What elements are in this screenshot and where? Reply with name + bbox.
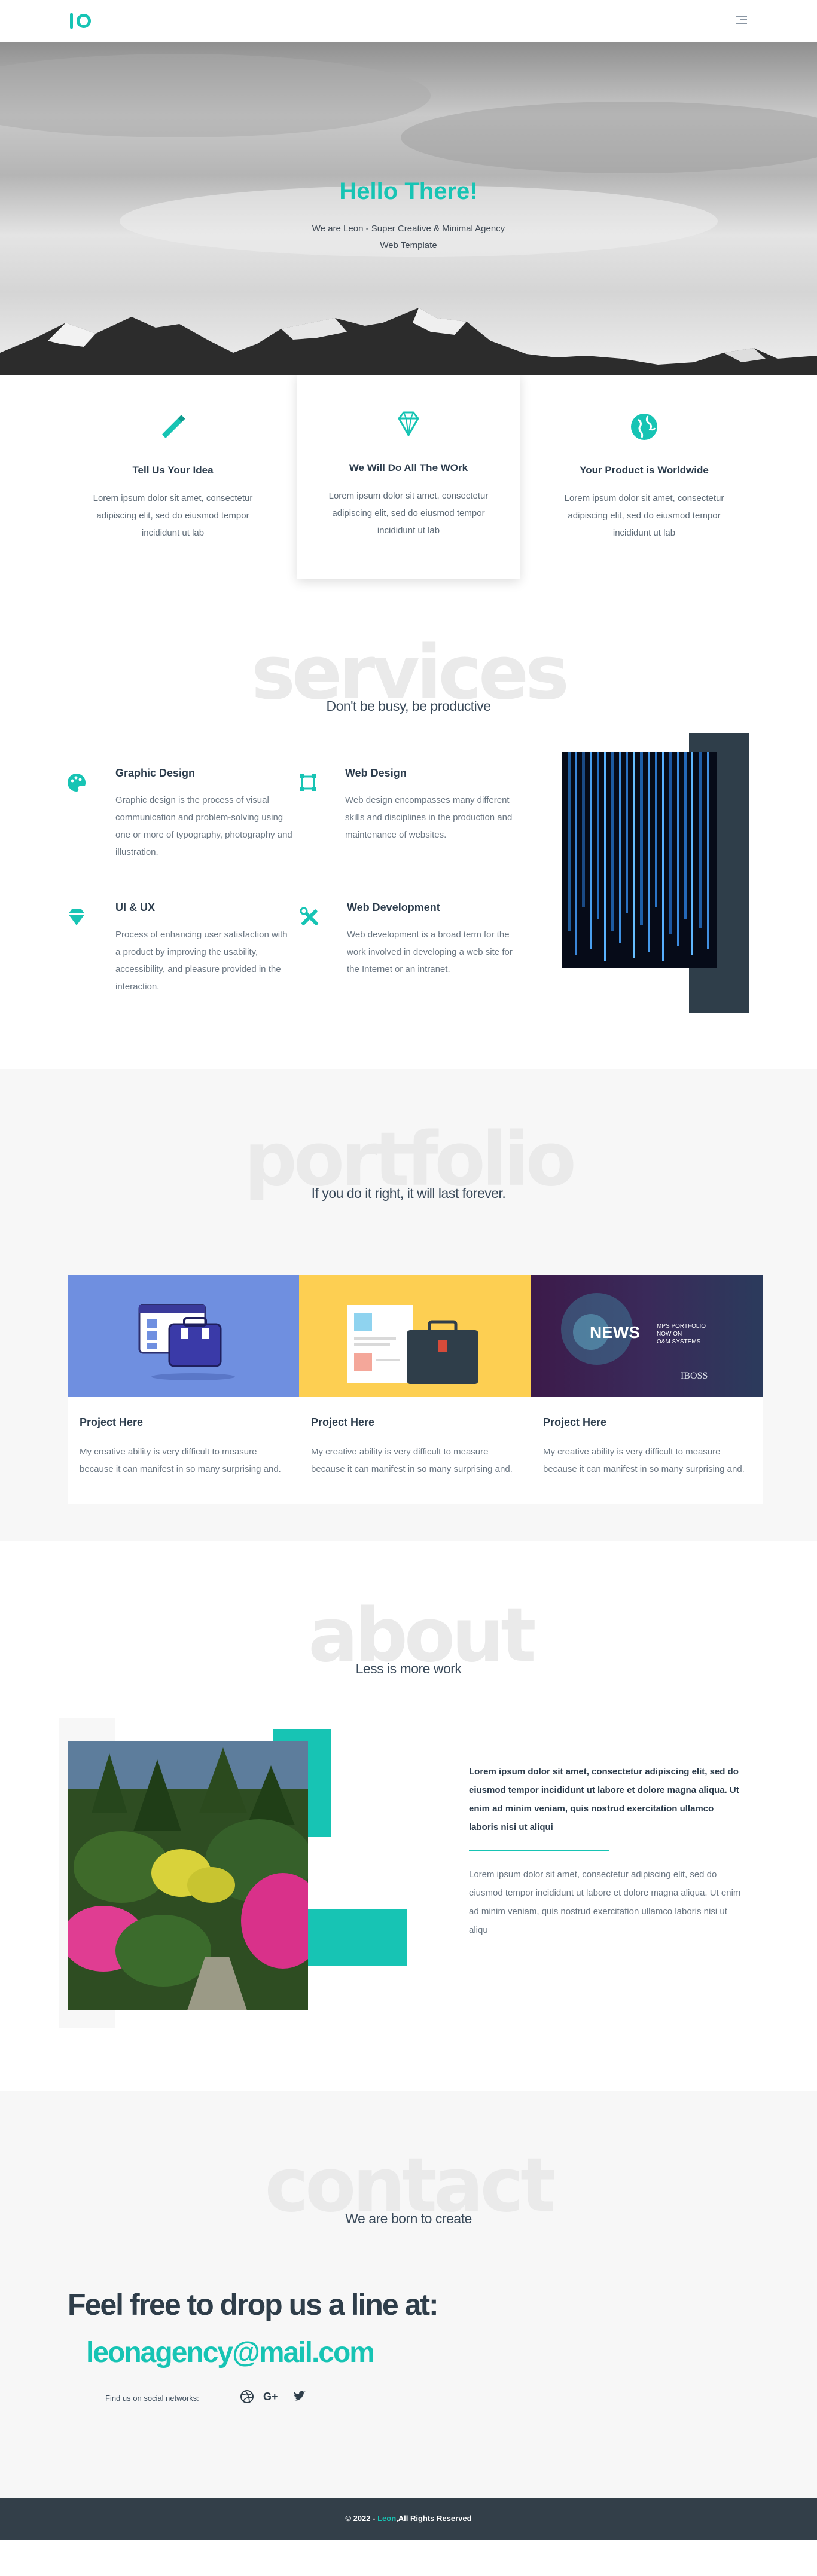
briefcase-illustration	[138, 1304, 235, 1380]
services-image	[562, 752, 717, 968]
service-item: UI & UX Process of enhancing user satisf…	[115, 902, 295, 995]
about-divider	[469, 1850, 609, 1851]
footer-suffix: ,All Rights Reserved	[396, 2514, 472, 2523]
hero-title: Hello There!	[339, 178, 478, 204]
thumb-sub-3: O&M SYSTEMS	[657, 1339, 701, 1345]
project-text: My creative ability is very difficult to…	[311, 1447, 513, 1474]
feature-card: Tell Us Your Idea Lorem ipsum dolor sit …	[62, 375, 284, 579]
navbar	[0, 0, 817, 42]
project-title: Project Here	[311, 1416, 375, 1428]
hero-subtitle: We are Leon - Super Creative & Minimal A…	[312, 224, 505, 250]
feature-title: Tell Us Your Idea	[132, 465, 214, 476]
footer: © 2022 - Leon,All Rights Reserved	[0, 2498, 817, 2540]
contact-email-link[interactable]: leonagency@mail.com	[86, 2336, 375, 2369]
leon-logo-icon[interactable]	[70, 13, 91, 29]
social-icons: G+	[239, 2389, 307, 2404]
portfolio-heading: portfolio If you do it right, it will la…	[0, 1069, 817, 1224]
feature-card: We Will Do All The WOrk Lorem ipsum dolo…	[297, 373, 520, 579]
portfolio-card[interactable]: Project Here My creative ability is very…	[68, 1275, 300, 1504]
thumb-sub-2: NOW ON	[657, 1331, 682, 1337]
project-text: My creative ability is very difficult to…	[543, 1447, 745, 1474]
portfolio-card[interactable]: NEWS MPS PORTFOLIO NOW ON O&M SYSTEMS IB…	[531, 1275, 763, 1504]
service-text: Process of enhancing user satisfaction w…	[115, 930, 288, 992]
portfolio-thumb	[68, 1275, 300, 1397]
contact-subtitle: We are born to create	[345, 2211, 472, 2226]
feature-card: Your Product is Worldwide Lorem ipsum do…	[533, 375, 755, 579]
portfolio-card[interactable]: Project Here My creative ability is very…	[299, 1275, 531, 1504]
social-label: Find us on social networks:	[105, 2394, 199, 2403]
hamburger-icon[interactable]	[736, 16, 747, 26]
footer-prefix: © 2022 -	[345, 2514, 378, 2523]
diamond-icon	[398, 411, 419, 436]
feature-text: Lorem ipsum dolor sit amet, consectetur …	[93, 493, 253, 538]
about-section: about Less is more work Lorem ipsum dolo…	[0, 1541, 817, 2091]
about-subtitle: Less is more work	[355, 1661, 462, 1676]
thumb-title: NEWS	[590, 1323, 640, 1342]
service-title: Web Design	[345, 767, 407, 779]
service-text: Web design encompasses many different sk…	[345, 795, 513, 840]
feature-text: Lorem ipsum dolor sit amet, consectetur …	[328, 491, 489, 536]
portfolio-section: portfolio If you do it right, it will la…	[0, 1069, 817, 1541]
service-title: UI & UX	[115, 902, 156, 913]
project-text: My creative ability is very difficult to…	[80, 1447, 281, 1474]
service-item: Graphic Design Graphic design is the pro…	[115, 767, 295, 861]
contact-heading: contact We are born to create	[0, 2091, 817, 2241]
features-row: Tell Us Your Idea Lorem ipsum dolor sit …	[62, 373, 755, 579]
palette-icon	[68, 774, 86, 792]
thumb-brand: IBOSS	[681, 1371, 708, 1381]
pencil-icon	[162, 415, 185, 438]
service-item: Web Design Web design encompasses many d…	[345, 767, 525, 844]
portfolio-thumb: NEWS MPS PORTFOLIO NOW ON O&M SYSTEMS IB…	[531, 1275, 763, 1397]
dribbble-icon[interactable]	[239, 2389, 255, 2404]
services-heading: services Don't be busy, be productive	[0, 579, 817, 722]
document-briefcase-illustration	[347, 1305, 478, 1384]
tools-icon	[300, 907, 319, 926]
gem-icon	[68, 909, 85, 925]
project-title: Project Here	[543, 1416, 607, 1428]
service-item: Web Development Web development is a bro…	[347, 902, 526, 978]
svg-text:G+: G+	[263, 2391, 278, 2403]
portfolio-subtitle: If you do it right, it will last forever…	[311, 1185, 506, 1201]
footer-brand-link[interactable]: Leon	[377, 2514, 396, 2523]
contact-heading-text: Feel free to drop us a line at:	[68, 2288, 439, 2321]
google-plus-icon[interactable]: G+	[263, 2389, 283, 2404]
hero: Hello There! We are Leon - Super Creativ…	[0, 42, 817, 375]
about-bold-text: Lorem ipsum dolor sit amet, consectetur …	[469, 1767, 739, 1832]
service-text: Web development is a broad term for the …	[347, 930, 513, 974]
thumb-sub-1: MPS PORTFOLIO	[657, 1323, 706, 1330]
twitter-icon[interactable]	[292, 2389, 307, 2404]
feature-title: Your Product is Worldwide	[580, 465, 709, 476]
services-section: services Don't be busy, be productive Gr…	[0, 579, 817, 1069]
project-title: Project Here	[80, 1416, 144, 1428]
globe-icon	[631, 414, 657, 440]
service-title: Web Development	[347, 902, 440, 913]
about-text: Lorem ipsum dolor sit amet, consectetur …	[469, 1869, 741, 1935]
contact-section: contact We are born to create Feel free …	[0, 2091, 817, 2498]
feature-text: Lorem ipsum dolor sit amet, consectetur …	[564, 493, 724, 538]
crop-icon	[300, 774, 316, 791]
services-subtitle: Don't be busy, be productive	[326, 698, 491, 714]
feature-title: We Will Do All The WOrk	[349, 462, 468, 473]
about-garden-image	[68, 1741, 308, 2010]
service-title: Graphic Design	[115, 767, 196, 779]
service-text: Graphic design is the process of visual …	[115, 795, 292, 857]
about-heading: about Less is more work	[0, 1541, 817, 1691]
portfolio-thumb	[299, 1275, 531, 1397]
